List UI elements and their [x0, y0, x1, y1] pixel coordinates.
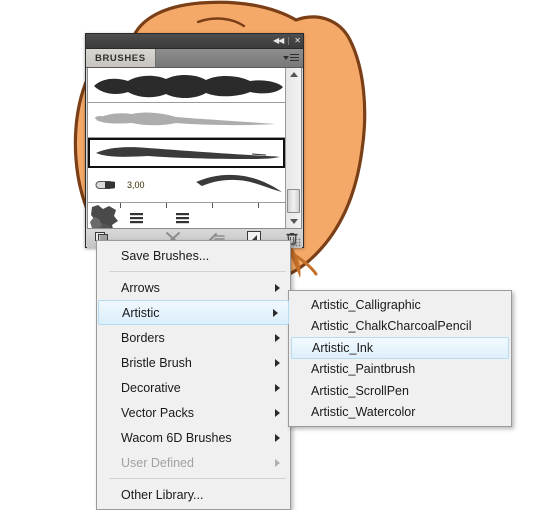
submenu-item-label: Artistic_Watercolor [311, 405, 416, 420]
resize-grip[interactable] [292, 238, 301, 247]
brush-list[interactable]: 3,00 [88, 68, 285, 228]
submenu-item-label: Artistic_ChalkCharcoalPencil [311, 319, 472, 334]
submenu-item-artistic-watercolor[interactable]: Artistic_Watercolor [289, 402, 511, 424]
scroll-track[interactable] [286, 81, 301, 215]
brush-row[interactable] [88, 203, 285, 228]
menu-item-label: Save Brushes... [121, 248, 210, 263]
submenu-item-artistic-chalkcharcoalpencil[interactable]: Artistic_ChalkCharcoalPencil [289, 316, 511, 338]
menu-item-label: Vector Packs [121, 405, 194, 420]
panel-scrollbar[interactable] [285, 68, 301, 228]
panel-menu-icon[interactable] [283, 49, 303, 67]
menu-separator [109, 271, 286, 272]
brush-row[interactable] [88, 103, 285, 138]
menu-item-save-brushes[interactable]: Save Brushes... [97, 243, 290, 268]
menu-item-label: Bristle Brush [121, 355, 192, 370]
menu-separator [109, 478, 286, 479]
brush-libraries-context-menu[interactable]: Save Brushes... Arrows Artistic Borders … [96, 240, 291, 510]
brush-row[interactable]: 3,00 [88, 168, 285, 203]
titlebar-divider [288, 37, 290, 45]
submenu-item-artistic-paintbrush[interactable]: Artistic_Paintbrush [289, 359, 511, 381]
menu-item-artistic[interactable]: Artistic [98, 300, 289, 325]
menu-item-decorative[interactable]: Decorative [97, 375, 290, 400]
submenu-arrow-icon [273, 308, 278, 317]
brush-row-selected[interactable] [88, 138, 285, 168]
scroll-thumb[interactable] [287, 189, 300, 213]
menu-item-label: Wacom 6D Brushes [121, 430, 232, 445]
submenu-item-label: Artistic_Calligraphic [311, 297, 421, 312]
menu-item-label: Other Library... [121, 487, 204, 502]
submenu-item-artistic-ink[interactable]: Artistic_Ink [291, 337, 509, 359]
submenu-arrow-icon [275, 283, 280, 292]
submenu-arrow-icon [275, 458, 280, 467]
submenu-item-artistic-scrollpen[interactable]: Artistic_ScrollPen [289, 380, 511, 402]
brush-row[interactable] [88, 68, 285, 103]
submenu-arrow-icon [275, 383, 280, 392]
collapse-icon[interactable]: ◀◀ [273, 37, 284, 45]
scroll-down-button[interactable] [286, 215, 301, 228]
submenu-arrow-icon [275, 333, 280, 342]
panel-title: BRUSHES [95, 52, 146, 64]
tab-brushes[interactable]: BRUSHES [86, 49, 156, 67]
menu-item-borders[interactable]: Borders [97, 325, 290, 350]
submenu-item-label: Artistic_Paintbrush [311, 362, 416, 377]
scroll-up-button[interactable] [286, 68, 301, 81]
menu-item-label: User Defined [121, 455, 194, 470]
menu-item-user-defined: User Defined [97, 450, 290, 475]
menu-item-other-library[interactable]: Other Library... [97, 482, 290, 507]
submenu-item-label: Artistic_Ink [312, 340, 374, 355]
submenu-item-label: Artistic_ScrollPen [311, 383, 409, 398]
brushes-panel[interactable]: ◀◀ ✕ BRUSHES 3,00 [85, 33, 304, 248]
submenu-arrow-icon [275, 433, 280, 442]
chevron-down-icon [283, 56, 289, 60]
menu-item-label: Borders [121, 330, 165, 345]
hamburger-icon [290, 54, 299, 62]
submenu-item-artistic-calligraphic[interactable]: Artistic_Calligraphic [289, 294, 511, 316]
menu-item-label: Decorative [121, 380, 181, 395]
artistic-submenu[interactable]: Artistic_Calligraphic Artistic_ChalkChar… [288, 290, 512, 427]
panel-tabbar: BRUSHES [86, 49, 303, 68]
panel-titlebar[interactable]: ◀◀ ✕ [86, 34, 303, 49]
menu-item-arrows[interactable]: Arrows [97, 275, 290, 300]
submenu-arrow-icon [275, 358, 280, 367]
submenu-arrow-icon [275, 408, 280, 417]
menu-item-bristle-brush[interactable]: Bristle Brush [97, 350, 290, 375]
menu-item-label: Artistic [122, 305, 160, 320]
close-icon[interactable]: ✕ [294, 37, 301, 45]
menu-item-vector-packs[interactable]: Vector Packs [97, 400, 290, 425]
panel-body: 3,00 [87, 68, 302, 229]
pattern-brush-preview [90, 205, 189, 228]
menu-item-wacom-6d-brushes[interactable]: Wacom 6D Brushes [97, 425, 290, 450]
menu-item-label: Arrows [121, 280, 160, 295]
